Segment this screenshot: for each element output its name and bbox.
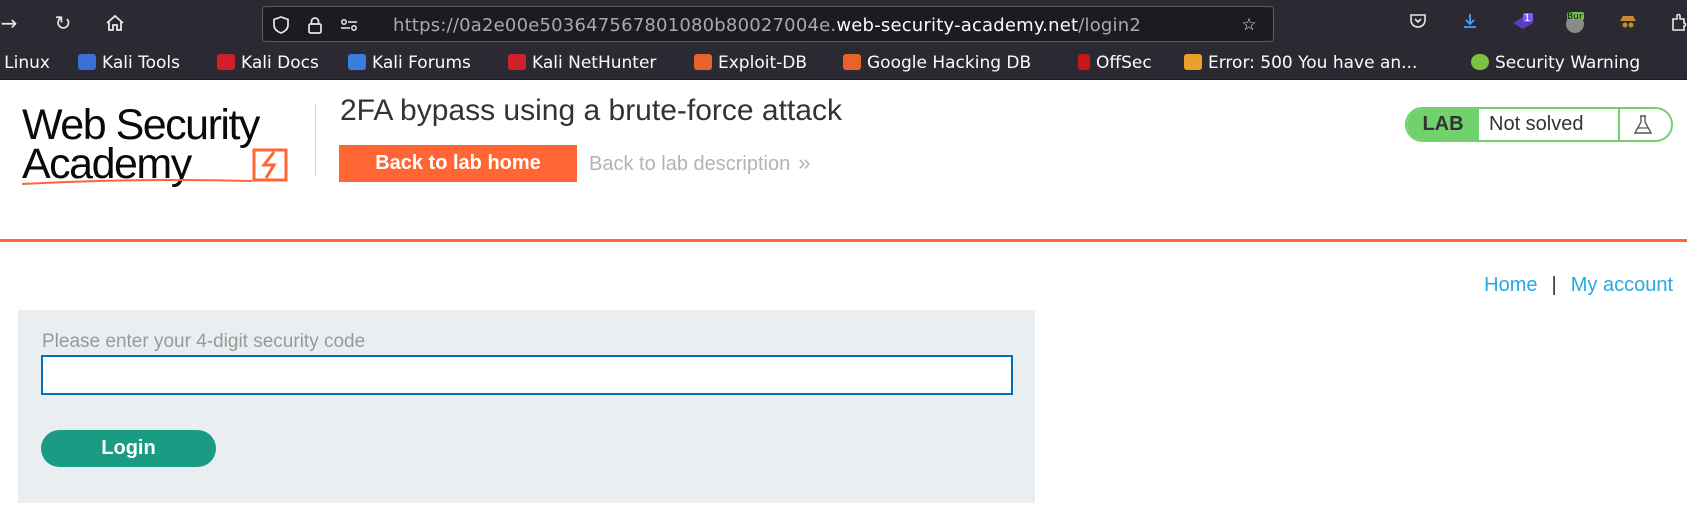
url-prefix: https://0a2e00e503647567801080b80027004e…	[393, 15, 837, 36]
bookmark-kali-docs[interactable]: Kali Docs	[217, 51, 319, 75]
back-to-lab-home-button[interactable]: Back to lab home	[339, 145, 577, 182]
lab-tag: LAB	[1407, 109, 1479, 140]
nav-separator: |	[1551, 274, 1557, 296]
bookmark-label: Kali NetHunter	[532, 53, 657, 73]
exploit-db-icon	[694, 54, 712, 70]
bookmark-error-500[interactable]: Error: 500 You have an...	[1184, 51, 1417, 75]
bookmark-label: i Linux	[0, 53, 50, 73]
spy-extension-icon[interactable]	[1616, 11, 1640, 35]
logo-swoosh	[22, 179, 252, 185]
security-code-form: Please enter your 4-digit security code …	[18, 310, 1035, 503]
bookmark-label: Kali Tools	[102, 53, 180, 73]
lightning-bolt-icon	[252, 148, 288, 182]
status-divider	[1618, 109, 1620, 140]
bookmark-label: Kali Docs	[241, 53, 319, 73]
bookmark-kali-linux[interactable]: i Linux	[0, 51, 50, 75]
web-security-academy-logo[interactable]: Web Security Academy	[22, 100, 314, 186]
extension-badge-count: 1	[1524, 13, 1531, 24]
home-link[interactable]: Home	[1484, 274, 1537, 296]
login-button[interactable]: Login	[41, 430, 216, 467]
browser-toolbar: → ↻ https://0a2e00e503647567801080b80027…	[0, 0, 1687, 46]
bookmark-label: Error: 500 You have an...	[1208, 53, 1418, 73]
extensions-puzzle-icon[interactable]	[1668, 11, 1687, 35]
pocket-icon[interactable]	[1406, 11, 1430, 35]
lab-status-widget: LAB Not solved	[1405, 107, 1673, 142]
lab-title: 2FA bypass using a brute-force attack	[340, 94, 842, 127]
home-icon[interactable]	[102, 10, 128, 36]
bookmark-google-hacking-db[interactable]: Google Hacking DB	[843, 51, 1031, 75]
url-path: /login2	[1078, 15, 1142, 36]
my-account-link[interactable]: My account	[1571, 274, 1673, 296]
bookmark-exploit-db[interactable]: Exploit-DB	[694, 51, 807, 75]
flask-icon	[1633, 115, 1653, 134]
burp-extension-label: Bur	[1567, 12, 1583, 22]
bookmark-label: OffSec	[1096, 53, 1152, 73]
bookmark-kali-nethunter[interactable]: Kali NetHunter	[508, 51, 656, 75]
back-to-lab-description-label: Back to lab description	[589, 153, 791, 175]
bookmark-star-icon[interactable]: ☆	[1237, 13, 1261, 37]
downloads-icon[interactable]	[1458, 11, 1482, 35]
lock-icon[interactable]	[303, 13, 327, 37]
header-divider	[315, 104, 316, 176]
bookmark-security-warning[interactable]: Security Warning	[1471, 51, 1640, 75]
back-to-lab-description-link[interactable]: Back to lab description »	[589, 150, 810, 177]
permissions-icon[interactable]	[337, 13, 361, 37]
bookmark-label: Exploit-DB	[718, 53, 807, 73]
url-text[interactable]: https://0a2e00e503647567801080b80027004e…	[393, 15, 1141, 36]
bookmark-label: Security Warning	[1495, 53, 1641, 73]
forward-icon[interactable]: →	[0, 10, 22, 36]
kali-nethunter-icon	[508, 54, 526, 70]
extension-badge-icon[interactable]: 1	[1511, 11, 1535, 35]
double-chevron-right-icon: »	[798, 150, 811, 175]
offsec-icon	[1078, 54, 1090, 70]
security-warning-icon	[1471, 54, 1489, 70]
bookmark-kali-forums[interactable]: Kali Forums	[348, 51, 471, 75]
bookmark-kali-tools[interactable]: Kali Tools	[78, 51, 180, 75]
shield-icon[interactable]	[269, 13, 293, 37]
joomla-icon	[1184, 54, 1202, 70]
bookmarks-bar: i Linux Kali Tools Kali Docs Kali Forums…	[0, 46, 1687, 80]
bookmark-offsec[interactable]: OffSec	[1078, 51, 1152, 75]
kali-forums-icon	[348, 54, 366, 70]
google-hacking-db-icon	[843, 54, 861, 70]
reload-icon[interactable]: ↻	[50, 10, 76, 36]
account-nav: Home | My account	[1484, 274, 1673, 297]
burp-extension-icon[interactable]: Bur	[1563, 11, 1587, 35]
security-code-label: Please enter your 4-digit security code	[42, 331, 366, 352]
kali-docs-icon	[217, 54, 235, 70]
url-bar[interactable]: https://0a2e00e503647567801080b80027004e…	[262, 6, 1274, 42]
bookmark-label: Kali Forums	[372, 53, 471, 73]
url-domain: web-security-academy.net	[836, 15, 1079, 36]
kali-tools-icon	[78, 54, 96, 70]
bookmark-label: Google Hacking DB	[867, 53, 1032, 73]
lab-status-text: Not solved	[1489, 113, 1584, 135]
security-code-input[interactable]	[41, 355, 1013, 395]
header-rule	[0, 239, 1687, 242]
